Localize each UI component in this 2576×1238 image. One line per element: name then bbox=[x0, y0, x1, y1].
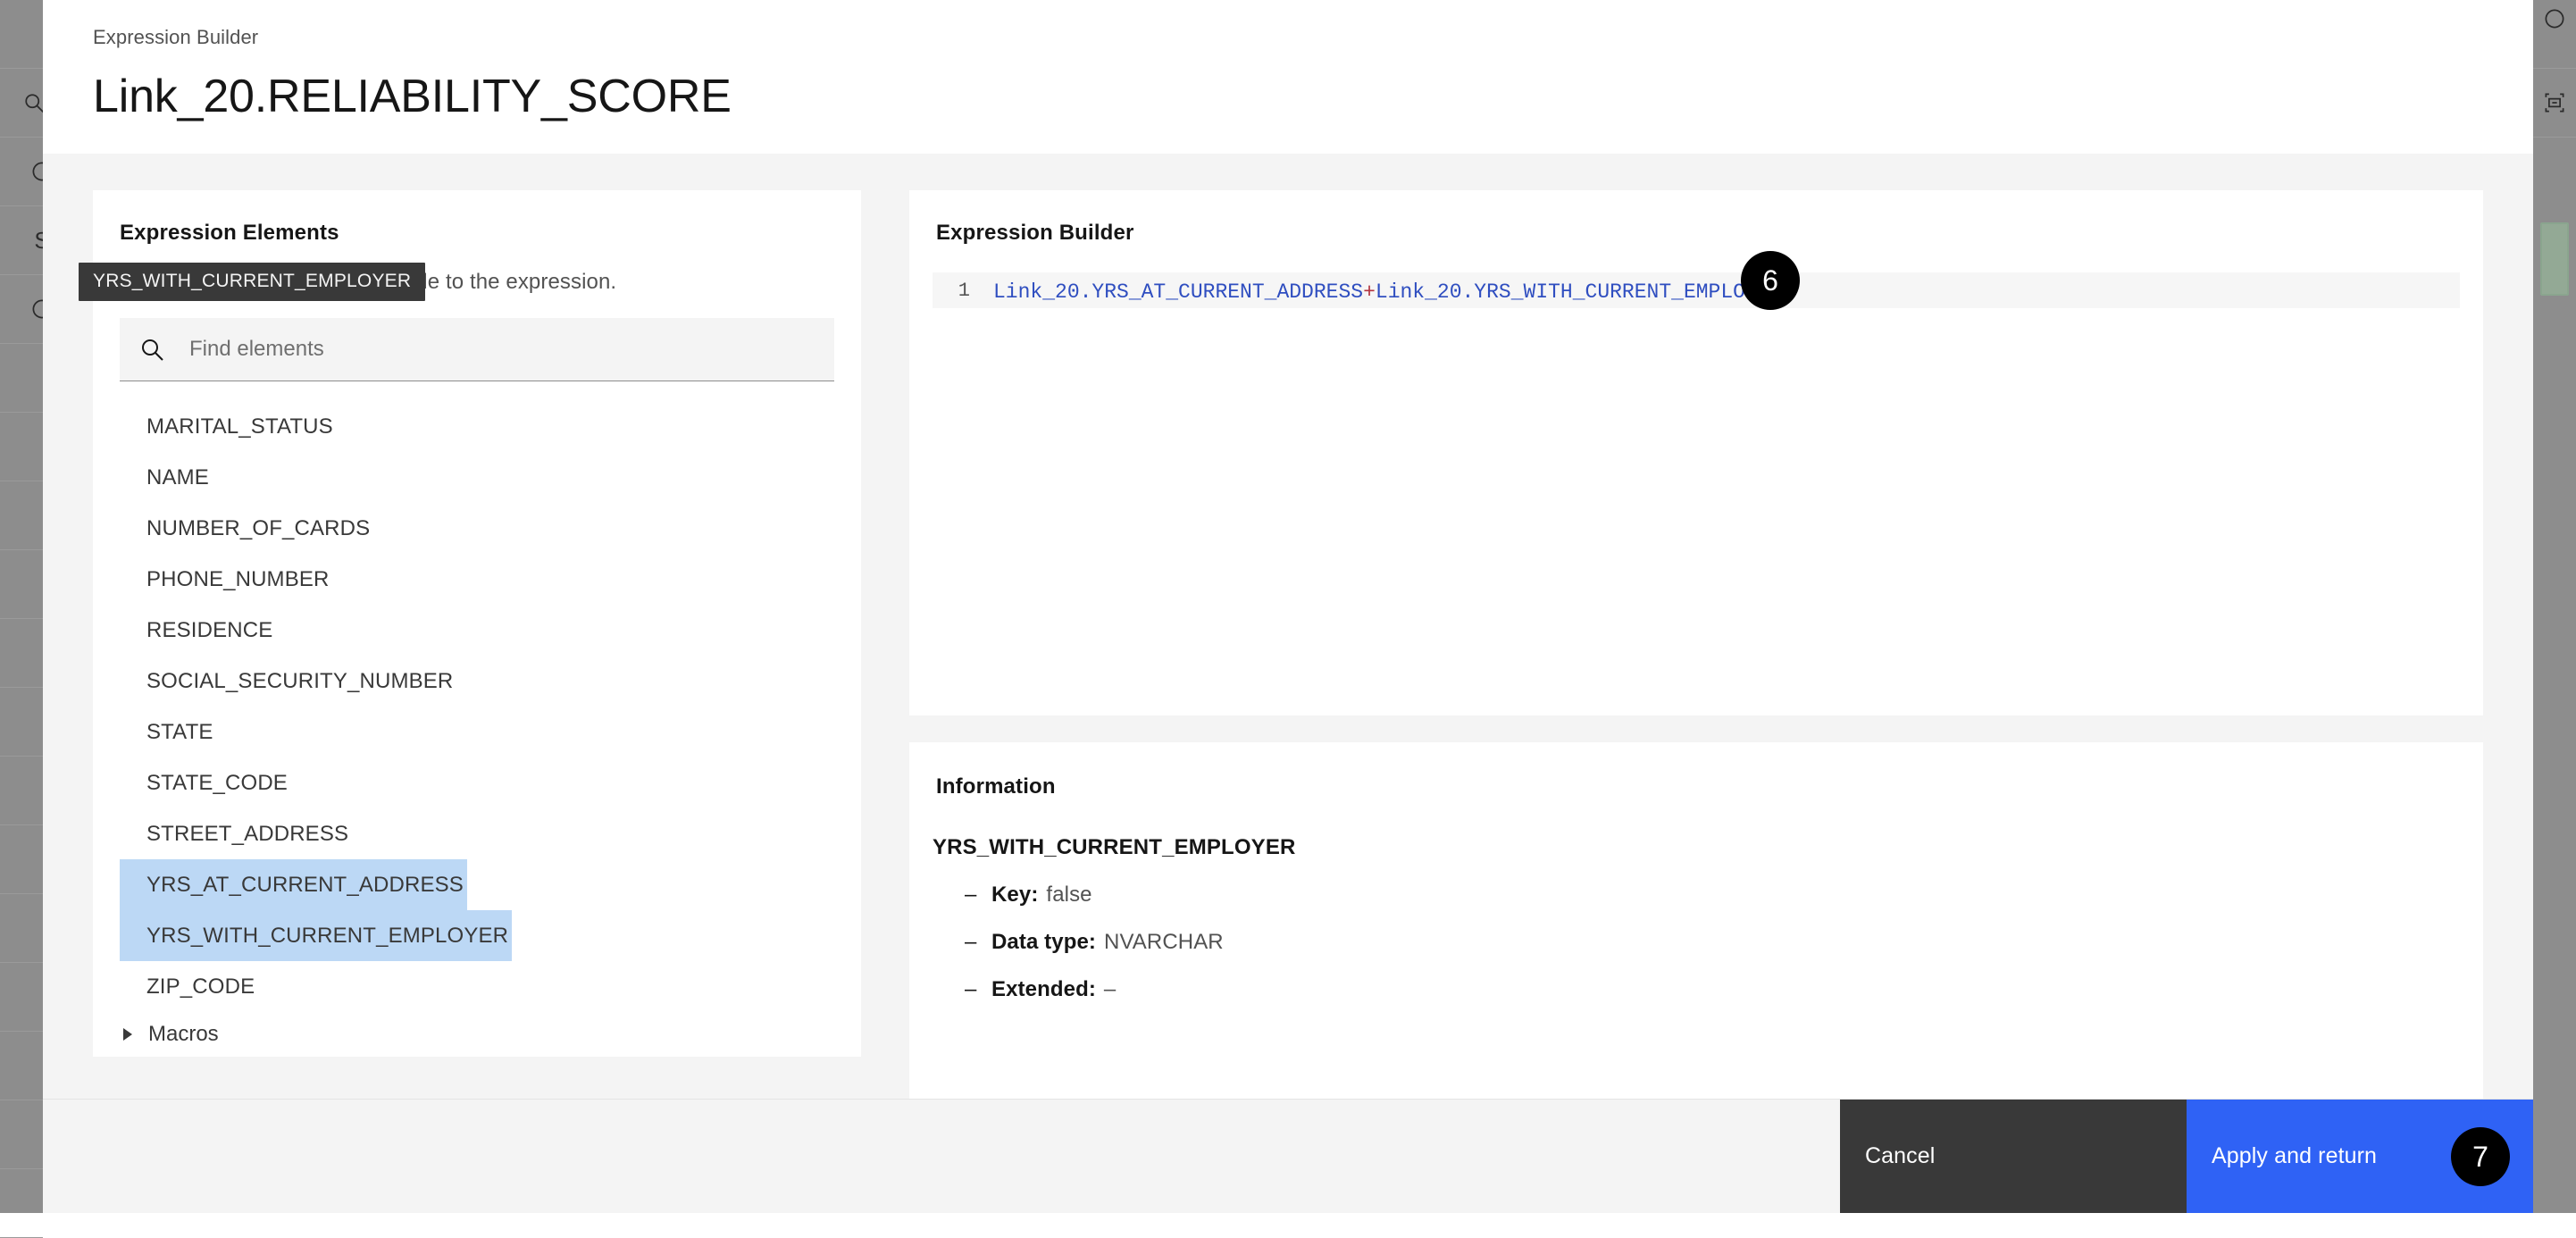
macros-label: Macros bbox=[148, 1022, 219, 1047]
expression-elements-panel: Expression Elements Select an element to… bbox=[93, 190, 861, 1057]
information-value: false bbox=[1046, 882, 1091, 908]
rail-item-blank-9[interactable] bbox=[0, 825, 43, 894]
triangle-right-icon bbox=[123, 1028, 132, 1041]
list-item[interactable]: RESIDENCE bbox=[120, 618, 272, 642]
list-item-selected[interactable]: YRS_AT_CURRENT_ADDRESS bbox=[120, 859, 467, 910]
code-line[interactable]: 1 Link_20.YRS_AT_CURRENT_ADDRESS+Link_20… bbox=[933, 272, 2460, 308]
rail-item-blank-8[interactable] bbox=[0, 757, 43, 825]
left-navigation-rail: S bbox=[0, 0, 43, 1213]
find-elements-search[interactable] bbox=[120, 318, 834, 381]
component-icon bbox=[2542, 90, 2567, 115]
expression-builder-panel: Expression Builder 1 Link_20.YRS_AT_CURR… bbox=[909, 190, 2483, 715]
rail-item-blank-2[interactable] bbox=[0, 344, 43, 413]
rail-item-blank-5[interactable] bbox=[0, 550, 43, 619]
modal-header: Expression Builder Link_20.RELIABILITY_S… bbox=[43, 0, 2533, 154]
expression-code-editor[interactable]: 1 Link_20.YRS_AT_CURRENT_ADDRESS+Link_20… bbox=[933, 272, 2460, 308]
expression-elements-heading: Expression Elements bbox=[93, 221, 861, 246]
information-row: – Extended: – bbox=[965, 977, 2460, 1002]
list-item[interactable]: STATE bbox=[120, 720, 213, 744]
information-value: NVARCHAR bbox=[1104, 930, 1224, 955]
information-row: – Key: false bbox=[965, 882, 2460, 908]
circle-icon bbox=[2542, 6, 2567, 31]
rail-item-circle-2[interactable] bbox=[0, 275, 43, 344]
code-operand-1: Link_20.YRS_AT_CURRENT_ADDRESS bbox=[993, 280, 1363, 304]
list-item[interactable]: NAME bbox=[120, 465, 209, 489]
rail-right-circle[interactable] bbox=[2533, 0, 2576, 69]
elements-list: MARITAL_STATUS NAME NUMBER_OF_CARDS PHON… bbox=[93, 401, 861, 1000]
information-panel: Information YRS_WITH_CURRENT_EMPLOYER – … bbox=[909, 742, 2483, 1099]
code-operator: + bbox=[1363, 280, 1376, 304]
rail-right-component[interactable] bbox=[2533, 69, 2576, 138]
step-badge-7: 7 bbox=[2451, 1127, 2510, 1186]
information-row: – Data type: NVARCHAR bbox=[965, 930, 2460, 955]
information-key: Extended: bbox=[991, 977, 1096, 1002]
modal-footer: Cancel Apply and return bbox=[43, 1099, 2533, 1213]
right-column: Expression Builder 1 Link_20.YRS_AT_CURR… bbox=[909, 190, 2483, 1099]
rail-item-blank-6[interactable] bbox=[0, 619, 43, 688]
rail-item-blank-13[interactable] bbox=[0, 1100, 43, 1169]
dash-icon: – bbox=[965, 930, 991, 955]
information-key: Data type: bbox=[991, 930, 1096, 955]
code-content[interactable]: Link_20.YRS_AT_CURRENT_ADDRESS+Link_20.Y… bbox=[993, 278, 1784, 304]
list-item-selected[interactable]: YRS_WITH_CURRENT_EMPLOYER bbox=[120, 910, 512, 961]
list-item[interactable]: MARITAL_STATUS bbox=[120, 414, 333, 439]
rail-item-shape[interactable]: S bbox=[0, 206, 43, 275]
rail-item-blank[interactable] bbox=[0, 0, 43, 69]
list-item[interactable]: STREET_ADDRESS bbox=[120, 822, 348, 846]
rail-item-blank-4[interactable] bbox=[0, 481, 43, 550]
search-icon bbox=[138, 335, 166, 364]
macros-tree-item[interactable]: Macros bbox=[93, 1013, 861, 1057]
dash-icon: – bbox=[965, 882, 991, 908]
list-item[interactable]: STATE_CODE bbox=[120, 771, 288, 795]
dash-icon: – bbox=[965, 977, 991, 1002]
rail-item-search[interactable] bbox=[0, 69, 43, 138]
cancel-button[interactable]: Cancel bbox=[1840, 1100, 2187, 1213]
information-list: – Key: false – Data type: NVARCHAR – Ext… bbox=[933, 882, 2460, 1002]
right-tool-rail bbox=[2533, 0, 2576, 1213]
line-number: 1 bbox=[933, 280, 970, 302]
rail-item-blank-7[interactable] bbox=[0, 688, 43, 757]
search-input[interactable] bbox=[188, 318, 834, 381]
information-element-name: YRS_WITH_CURRENT_EMPLOYER bbox=[933, 835, 2460, 860]
page-title: Link_20.RELIABILITY_SCORE bbox=[93, 71, 2533, 124]
information-value: – bbox=[1104, 977, 1116, 1002]
list-item[interactable]: PHONE_NUMBER bbox=[120, 567, 330, 591]
rail-right-blank[interactable] bbox=[2533, 138, 2576, 206]
rail-item-blank-14[interactable] bbox=[0, 1169, 43, 1238]
expression-builder-heading: Expression Builder bbox=[933, 221, 2460, 246]
rail-item-blank-3[interactable] bbox=[0, 413, 43, 481]
rail-item-blank-12[interactable] bbox=[0, 1032, 43, 1100]
list-item[interactable]: NUMBER_OF_CARDS bbox=[120, 516, 370, 540]
information-heading: Information bbox=[933, 774, 2460, 799]
rail-item-circle[interactable] bbox=[0, 138, 43, 206]
step-badge-6: 6 bbox=[1741, 251, 1800, 310]
rail-item-blank-10[interactable] bbox=[0, 894, 43, 963]
modal-eyebrow-label: Expression Builder bbox=[93, 25, 2533, 51]
element-tooltip: YRS_WITH_CURRENT_EMPLOYER bbox=[79, 263, 425, 301]
canvas-node-thumbnail[interactable] bbox=[2540, 222, 2569, 296]
list-item[interactable]: ZIP_CODE bbox=[120, 975, 255, 999]
rail-item-blank-11[interactable] bbox=[0, 963, 43, 1032]
list-item[interactable]: SOCIAL_SECURITY_NUMBER bbox=[120, 669, 453, 693]
code-operand-2: Link_20.YRS_WITH_CURRENT_EMPLOYER bbox=[1376, 280, 1782, 304]
expression-builder-modal: Expression Builder Link_20.RELIABILITY_S… bbox=[43, 0, 2533, 1213]
information-key: Key: bbox=[991, 882, 1038, 908]
